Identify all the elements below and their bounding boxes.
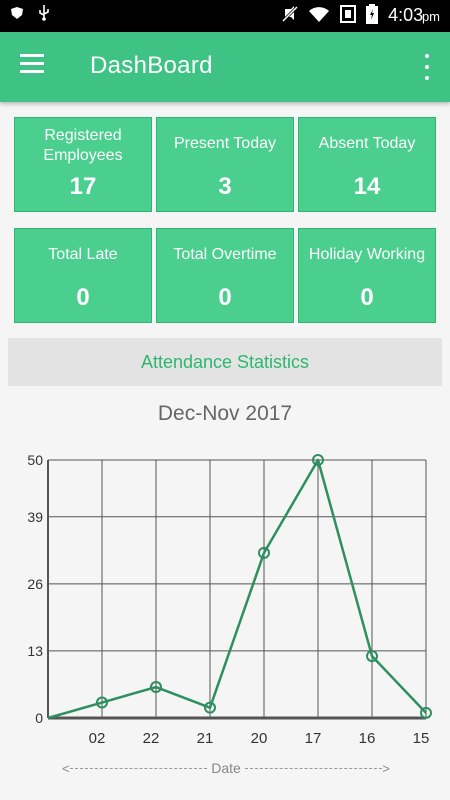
x-tick-label: 20 bbox=[251, 730, 268, 747]
present-today-tile[interactable]: Present Today 3 bbox=[156, 117, 294, 212]
tile-label: Present Today bbox=[174, 135, 276, 152]
status-bar: 4:03 pm bbox=[0, 0, 450, 32]
tile-label: Absent Today bbox=[318, 135, 416, 152]
hamburger-menu-icon[interactable] bbox=[20, 54, 50, 80]
battery-icon bbox=[366, 4, 379, 27]
x-tick-label: 21 bbox=[197, 730, 214, 747]
y-tick-label: 0 bbox=[35, 710, 43, 726]
tile-value: 0 bbox=[76, 284, 90, 311]
tile-label: Registered Employees bbox=[43, 127, 123, 164]
x-axis-label: Date bbox=[211, 760, 241, 776]
tile-value: 3 bbox=[218, 173, 232, 200]
clock: 4:03 pm bbox=[388, 5, 440, 25]
x-tick-label: 15 bbox=[413, 730, 430, 747]
wifi-icon bbox=[308, 6, 330, 26]
x-tick-label: 02 bbox=[89, 730, 106, 747]
overflow-menu-icon[interactable] bbox=[422, 54, 432, 80]
tile-value: 0 bbox=[218, 284, 232, 311]
tile-value: 17 bbox=[69, 173, 97, 200]
y-tick-label: 26 bbox=[27, 576, 43, 592]
series-line bbox=[47, 458, 427, 720]
x-tick-label: 22 bbox=[143, 730, 160, 747]
tile-label: Holiday Working bbox=[308, 246, 426, 263]
y-tick-label: 50 bbox=[27, 452, 43, 468]
attendance-line-chart: 0 13 26 39 50 02 22 21 20 17 16 15 bbox=[27, 452, 432, 747]
absent-today-tile[interactable]: Absent Today 14 bbox=[298, 117, 436, 212]
chart-title: Dec-Nov 2017 bbox=[157, 402, 293, 425]
x-axis-caption: < Date > bbox=[62, 760, 391, 776]
attendance-statistics-header: Attendance Statistics bbox=[8, 338, 442, 386]
tile-value: 14 bbox=[353, 173, 381, 200]
tile-label: Total Overtime bbox=[173, 246, 277, 263]
total-late-tile[interactable]: Total Late 0 bbox=[14, 228, 152, 323]
page-title: DashBoard bbox=[90, 52, 213, 79]
y-tick-label: 13 bbox=[27, 643, 43, 659]
x-tick-label: 17 bbox=[305, 730, 322, 747]
sim-icon bbox=[340, 5, 357, 26]
mute-icon bbox=[282, 5, 299, 26]
tile-value: 0 bbox=[360, 284, 374, 311]
usb-icon bbox=[38, 5, 50, 24]
x-tick-label: 16 bbox=[359, 730, 376, 747]
total-overtime-tile[interactable]: Total Overtime 0 bbox=[156, 228, 294, 323]
holiday-working-tile[interactable]: Holiday Working 0 bbox=[298, 228, 436, 323]
app-bar: DashBoard bbox=[0, 32, 450, 102]
y-tick-label: 39 bbox=[27, 509, 43, 525]
registered-employees-tile[interactable]: Registered Employees 17 bbox=[14, 117, 152, 212]
tile-label: Total Late bbox=[48, 246, 118, 263]
shield-icon bbox=[10, 6, 24, 23]
